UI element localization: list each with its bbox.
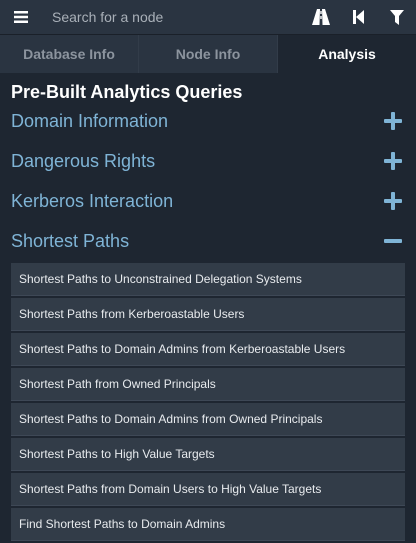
tab-analysis[interactable]: Analysis: [278, 35, 416, 73]
page-title: Pre-Built Analytics Queries: [11, 82, 243, 102]
category-label: Shortest Paths: [11, 230, 130, 251]
query-item[interactable]: Shortest Paths to Unconstrained Delegati…: [11, 263, 405, 296]
query-item[interactable]: Shortest Path from Owned Principals: [11, 368, 405, 401]
step-backward-icon: [353, 10, 364, 24]
category-label: Kerberos Interaction: [11, 190, 174, 211]
filter-button[interactable]: [378, 0, 416, 34]
query-item[interactable]: Shortest Paths from Kerberoastable Users: [11, 298, 405, 331]
category-kerberos-interaction[interactable]: Kerberos Interaction: [0, 182, 416, 220]
query-item[interactable]: Shortest Paths from Domain Users to High…: [11, 473, 405, 506]
back-button[interactable]: [340, 0, 378, 34]
category-label: Domain Information: [11, 110, 169, 131]
menu-button[interactable]: [0, 0, 42, 34]
category-shortest-paths[interactable]: Shortest Paths: [0, 222, 416, 260]
analysis-panel: Pre-Built Analytics Queries Domain Infor…: [0, 73, 416, 543]
filter-icon: [390, 9, 404, 25]
tab-node-info[interactable]: Node Info: [139, 35, 278, 73]
tab-database-info[interactable]: Database Info: [0, 35, 139, 73]
query-list: Shortest Paths to Unconstrained Delegati…: [11, 263, 405, 543]
category-dangerous-rights[interactable]: Dangerous Rights: [0, 142, 416, 180]
search-bar: [0, 0, 416, 35]
query-item[interactable]: Find Shortest Paths to Domain Admins: [11, 508, 405, 541]
road-icon: [312, 9, 330, 25]
pathfinding-button[interactable]: [302, 0, 340, 34]
query-item[interactable]: Shortest Paths to Domain Admins from Ker…: [11, 333, 405, 366]
query-item[interactable]: Shortest Paths to Domain Admins from Own…: [11, 403, 405, 436]
plus-icon[interactable]: [384, 152, 402, 170]
plus-icon[interactable]: [384, 112, 402, 130]
hamburger-menu-icon: [14, 11, 28, 23]
search-input[interactable]: [42, 2, 302, 32]
category-label: Dangerous Rights: [11, 150, 156, 171]
category-domain-information[interactable]: Domain Information: [0, 102, 416, 140]
plus-icon[interactable]: [384, 192, 402, 210]
query-item[interactable]: Shortest Paths to High Value Targets: [11, 438, 405, 471]
minus-icon[interactable]: [384, 232, 402, 250]
tab-bar: Database Info Node Info Analysis: [0, 35, 416, 73]
